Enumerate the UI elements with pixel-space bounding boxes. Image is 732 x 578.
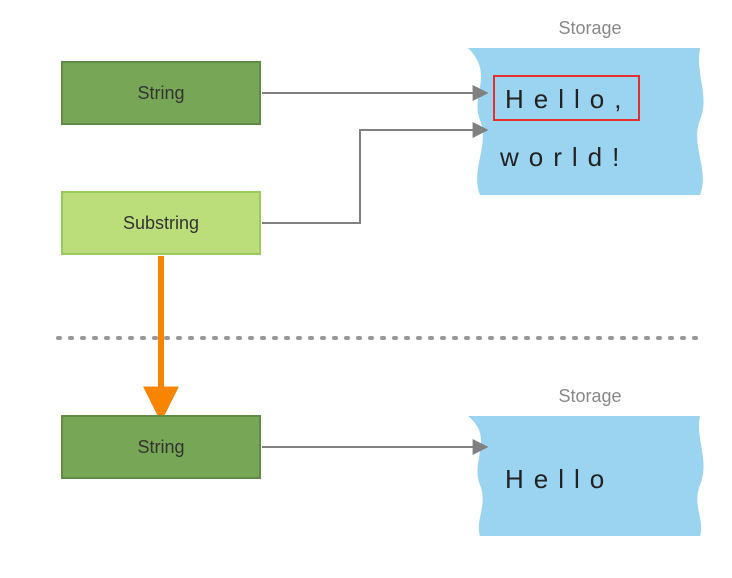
storage-text-bottom: Hello (505, 464, 614, 494)
arrow-substring-to-storage (262, 130, 487, 223)
storage-label-top: Storage (558, 18, 621, 38)
storage-text-line1: Hello, (505, 84, 631, 114)
storage-text-line2: world! (499, 142, 629, 172)
substring-box-label: Substring (123, 213, 199, 233)
string-box-bottom-label: String (137, 437, 184, 457)
diagram-root: Storage Hello, world! String Substring S… (0, 0, 732, 578)
storage-shape-top (468, 48, 704, 195)
storage-label-bottom: Storage (558, 386, 621, 406)
string-box-top-label: String (137, 83, 184, 103)
